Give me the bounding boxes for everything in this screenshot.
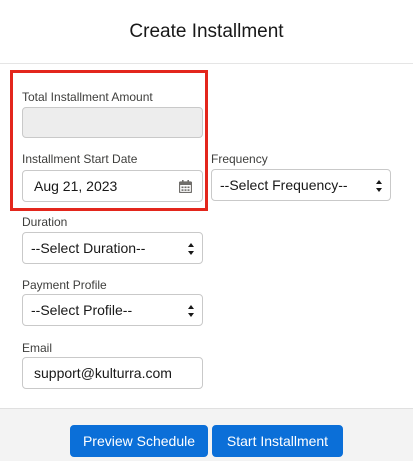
up-down-arrows-icon <box>188 243 194 255</box>
frequency-label: Frequency <box>211 152 268 166</box>
payment-profile-select[interactable]: --Select Profile-- <box>22 294 203 326</box>
frequency-selected-value: --Select Frequency-- <box>220 177 348 193</box>
duration-select[interactable]: --Select Duration-- <box>22 232 203 264</box>
duration-selected-value: --Select Duration-- <box>31 240 146 256</box>
modal-header: Create Installment <box>0 0 413 64</box>
up-down-arrows-icon <box>376 180 382 192</box>
duration-label: Duration <box>22 215 68 229</box>
start-date-input[interactable]: Aug 21, 2023 <box>22 170 203 202</box>
modal-title: Create Installment <box>129 20 284 42</box>
total-amount-label: Total Installment Amount <box>22 90 153 104</box>
email-label: Email <box>22 341 53 355</box>
frequency-field: Frequency <box>211 151 268 167</box>
start-installment-button[interactable]: Start Installment <box>212 425 343 457</box>
preview-schedule-button[interactable]: Preview Schedule <box>70 425 208 457</box>
up-down-arrows-icon <box>188 305 194 317</box>
start-date-label: Installment Start Date <box>22 152 138 166</box>
start-date-field: Installment Start Date <box>22 151 137 167</box>
email-field[interactable]: support@kulturra.com <box>22 357 203 389</box>
calendar-icon[interactable] <box>179 180 192 193</box>
duration-field: Duration <box>22 214 67 230</box>
total-amount-field: Total Installment Amount <box>22 89 153 105</box>
modal-footer: Preview Schedule Start Installment <box>0 408 413 461</box>
payment-profile-label: Payment Profile <box>22 278 107 292</box>
payment-profile-selected-value: --Select Profile-- <box>31 302 133 318</box>
email-field-group: Email <box>22 340 52 356</box>
start-date-value: Aug 21, 2023 <box>34 178 118 194</box>
email-value: support@kulturra.com <box>34 365 172 381</box>
create-installment-modal: Create Installment Total Installment Amo… <box>0 0 413 461</box>
frequency-select[interactable]: --Select Frequency-- <box>211 169 391 201</box>
payment-profile-field: Payment Profile <box>22 277 107 293</box>
total-amount-input[interactable] <box>22 107 203 138</box>
